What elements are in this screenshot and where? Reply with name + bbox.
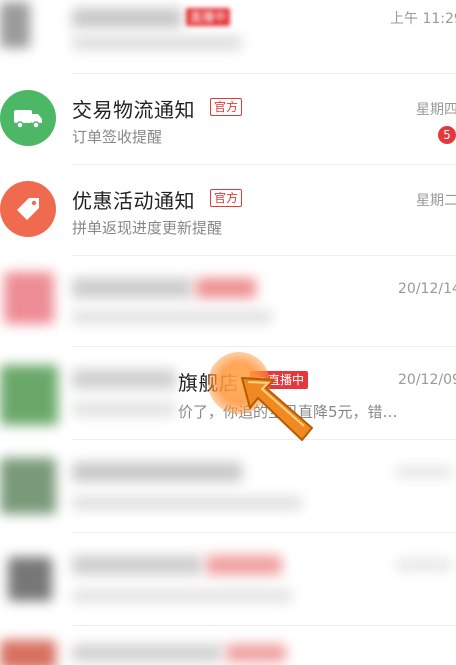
avatar [0, 458, 56, 514]
blurred-badge [196, 278, 256, 298]
message-list: 直播中 上午 11:29 交易物流通知 官方 订单签收提醒 星期四 5 优惠活动… [0, 0, 456, 665]
blurred-title [72, 462, 242, 482]
blurred-title [72, 555, 202, 575]
live-badge: 直播中 [186, 8, 231, 26]
message-title: 优惠活动通知 [72, 189, 195, 213]
live-badge-text: 直播中 [190, 10, 227, 24]
avatar [0, 365, 58, 425]
blurred-badge [226, 644, 286, 662]
blurred-time [396, 559, 452, 571]
official-tag: 官方 [210, 98, 243, 116]
message-row-logistics[interactable]: 交易物流通知 官方 订单签收提醒 星期四 5 [0, 74, 456, 165]
message-time: 星期四 [416, 102, 456, 118]
blurred-subtitle [72, 401, 176, 417]
blurred-badge [206, 555, 282, 575]
blurred-time [396, 466, 452, 478]
official-tag: 官方 [210, 189, 243, 207]
blurred-subtitle [72, 36, 242, 50]
tag-icon [17, 198, 39, 220]
message-time: 上午 11:29 [390, 11, 456, 27]
avatar [0, 2, 30, 48]
avatar [8, 557, 52, 601]
avatar [0, 181, 56, 237]
message-subtitle: 订单签收提醒 [72, 128, 163, 146]
message-time: 星期二 [416, 193, 456, 209]
blurred-title [72, 369, 176, 389]
avatar [0, 640, 56, 665]
blurred-title [72, 278, 192, 298]
message-title: 交易物流通知 [72, 98, 195, 122]
message-row[interactable]: 20/12/14 [0, 256, 456, 347]
avatar [4, 272, 54, 324]
blurred-subtitle [72, 310, 272, 324]
message-row[interactable] [0, 626, 456, 665]
message-row[interactable] [0, 533, 456, 626]
message-row-promotion[interactable]: 优惠活动通知 官方 拼单返现进度更新提醒 星期二 [0, 165, 456, 256]
truck-icon [14, 110, 42, 129]
blurred-subtitle [72, 589, 292, 603]
unread-count-badge: 5 [438, 126, 456, 144]
message-row[interactable] [0, 440, 456, 533]
pointer-arrow-icon [241, 377, 313, 441]
blurred-subtitle [72, 496, 302, 510]
message-time: 20/12/14 [398, 281, 456, 297]
message-row[interactable]: 直播中 上午 11:29 [0, 0, 456, 74]
message-subtitle: 拼单返现进度更新提醒 [72, 219, 223, 237]
blurred-title [72, 644, 222, 662]
avatar [0, 90, 56, 146]
blurred-title [72, 8, 182, 28]
message-time: 20/12/09 [398, 372, 456, 388]
